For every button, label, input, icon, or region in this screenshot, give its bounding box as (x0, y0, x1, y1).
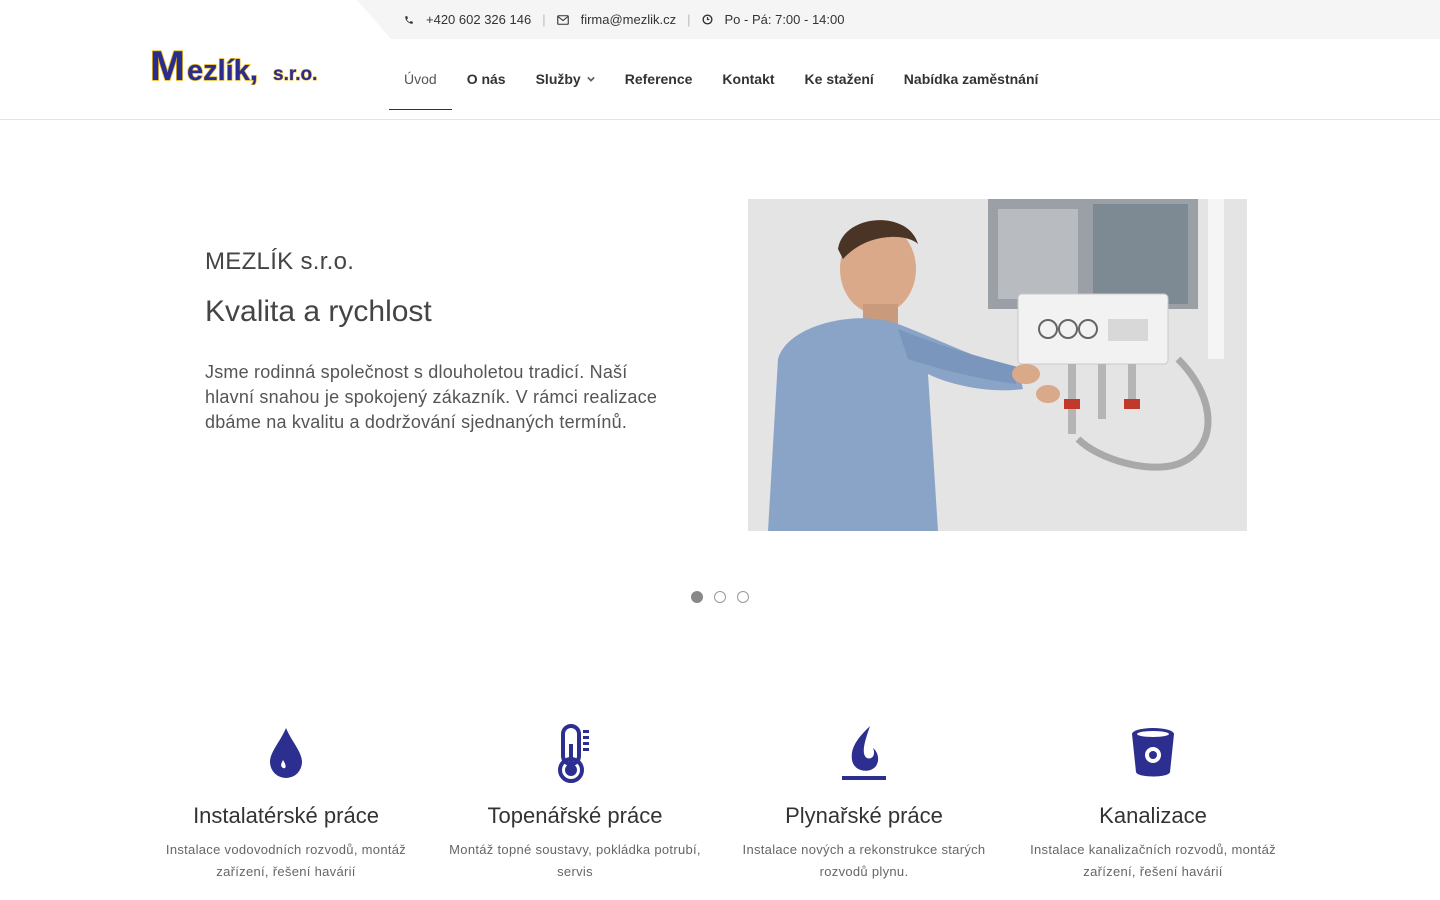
opening-hours: Po - Pá: 7:00 - 14:00 (701, 12, 845, 27)
phone-icon (405, 15, 413, 24)
top-info-bar: +420 602 326 146 | firma@mezlik.cz | Po … (0, 0, 1440, 39)
service-card-kanalizace[interactable]: Kanalizace Instalace kanalizačních rozvo… (1018, 722, 1288, 883)
hero-kicker: MEZLÍK s.r.o. (205, 248, 355, 275)
nav-label: O nás (466, 71, 506, 87)
nav-item-kontakt[interactable]: Kontakt (707, 39, 789, 119)
separator: | (687, 12, 691, 27)
service-title: Instalatérské práce (193, 803, 379, 828)
hero-text: Jsme rodinná společnost s dlouholetou tr… (205, 362, 658, 432)
service-card-instalaterske[interactable]: Instalatérské práce Instalace vodovodníc… (151, 722, 421, 883)
nav-label: Úvod (404, 71, 437, 87)
thermometer-icon (558, 724, 589, 783)
nav-item-uvod[interactable]: Úvod (389, 39, 452, 119)
service-description: Instalace vodovodních rozvodů, montáž za… (165, 842, 407, 879)
slider-dot-3[interactable] (737, 591, 749, 603)
hero-title: Kvalita a rychlost (205, 295, 432, 328)
nav-item-sluzby[interactable]: Služby (521, 39, 610, 119)
chevron-down-icon (586, 76, 595, 82)
nav-label: Reference (624, 71, 693, 87)
water-drop-icon (270, 728, 302, 778)
nav-item-o-nas[interactable]: O nás (452, 39, 521, 119)
envelope-icon (556, 14, 569, 25)
main-navigation: Úvod O nás Služby Reference Kontakt Ke s… (389, 39, 1053, 119)
email-info[interactable]: firma@mezlik.cz (556, 12, 677, 27)
phone-info[interactable]: +420 602 326 146 (404, 12, 531, 27)
hours-text: Po - Pá: 7:00 - 14:00 (724, 12, 845, 27)
site-header: M ezlík, s.r.o. Úvod O nás Služby Refere… (0, 39, 1440, 120)
slider-dot-1[interactable] (691, 591, 703, 603)
service-title: Kanalizace (1099, 803, 1207, 828)
nav-item-reference[interactable]: Reference (610, 39, 708, 119)
hero-image (748, 199, 1247, 531)
nav-item-nabidka-zamestnani[interactable]: Nabídka zaměstnání (889, 39, 1054, 119)
service-description: Montáž topné soustavy, pokládka potrubí,… (449, 842, 701, 879)
gas-flame-icon (842, 726, 886, 780)
service-card-topenarske[interactable]: Topenářské práce Montáž topné soustavy, … (440, 722, 710, 883)
contact-info: +420 602 326 146 | firma@mezlik.cz | Po … (404, 0, 844, 39)
nav-label: Kontakt (722, 71, 775, 87)
clock-icon (701, 14, 713, 25)
plumber-boiler-illustration (748, 199, 1247, 531)
service-title: Topenářské práce (487, 803, 663, 828)
company-logo[interactable]: M ezlík, s.r.o. (150, 41, 338, 85)
svg-text:ezlík,: ezlík, (187, 55, 258, 85)
service-title: Plynařské práce (785, 803, 943, 828)
nav-label: Ke stažení (804, 71, 874, 87)
separator: | (542, 12, 546, 27)
email-address: firma@mezlik.cz (580, 12, 677, 27)
slider-pagination (691, 591, 749, 603)
topbar-cutout (0, 0, 391, 39)
nav-label: Služby (535, 71, 581, 87)
phone-number: +420 602 326 146 (426, 12, 532, 27)
service-card-plynarske[interactable]: Plynařské práce Instalace nových a rekon… (729, 722, 999, 883)
service-description: Instalace kanalizačních rozvodů, montáž … (1030, 842, 1276, 879)
service-description: Instalace nových a rekonstrukce starých … (742, 842, 986, 879)
nav-item-ke-stazeni[interactable]: Ke stažení (790, 39, 889, 119)
slider-dot-2[interactable] (714, 591, 726, 603)
svg-text:s.r.o.: s.r.o. (273, 64, 317, 85)
bucket-icon (1132, 728, 1174, 777)
svg-text:M: M (150, 42, 185, 85)
nav-label: Nabídka zaměstnání (903, 71, 1039, 87)
